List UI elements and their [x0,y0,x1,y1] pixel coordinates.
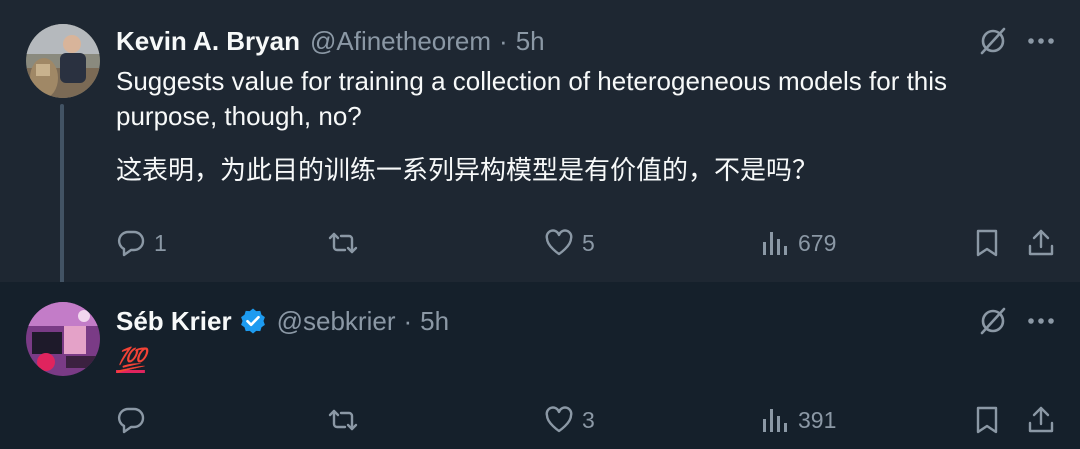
tweet-text-english: Suggests value for training a collection… [116,66,948,131]
avatar[interactable] [26,24,100,98]
author-handle[interactable]: @Afinetheorem [310,26,491,57]
like-count: 5 [582,229,595,256]
views-count: 679 [798,229,837,256]
tweet-text-chinese: 这表明，为此目的训练一系列异构模型是有价值的，不是吗？ [116,155,819,185]
views-button[interactable]: 679 [760,223,836,263]
share-button[interactable] [1026,223,1056,263]
author-name[interactable]: Séb Krier [116,306,232,337]
bookmark-button[interactable] [972,400,1002,440]
tweet-text: 💯 [116,342,1030,376]
avatar[interactable] [26,302,100,376]
separator: · [403,305,413,336]
like-icon [545,229,573,256]
avatar-photo [26,24,100,98]
reply-icon [117,230,145,257]
bookmark-icon [976,229,998,257]
retweet-icon [328,409,358,431]
tweet-header: Séb Krier @sebkrier · 5h [116,304,940,338]
action-bar: 3 391 [116,400,1060,440]
more-icon[interactable] [1026,26,1056,56]
hundred-points-emoji: 💯 [116,346,146,374]
retweet-button[interactable] [328,400,366,440]
avatar-photo [26,302,100,376]
like-icon [545,406,573,433]
timestamp[interactable]: 5h [420,306,449,337]
share-icon [1028,229,1054,256]
like-count: 3 [582,406,595,433]
tweet-header: Kevin A. Bryan @Afinetheorem · 5h [116,24,940,58]
tweet-seb-krier[interactable]: Séb Krier @sebkrier · 5h 💯 3 391 [0,282,1080,449]
timestamp[interactable]: 5h [516,26,545,57]
retweet-button[interactable] [328,223,366,263]
reply-icon [117,407,145,434]
more-icon[interactable] [1026,306,1056,336]
verified-badge-icon[interactable] [239,307,267,335]
tweet-kevin-bryan[interactable]: Kevin A. Bryan @Afinetheorem · 5h Sugges… [0,0,1080,292]
share-button[interactable] [1026,400,1056,440]
thread-connector-line [60,104,64,292]
views-count: 391 [798,406,837,433]
author-name[interactable]: Kevin A. Bryan [116,26,300,57]
bookmark-button[interactable] [972,223,1002,263]
reply-button[interactable]: 1 [116,223,167,263]
reply-count: 1 [154,229,167,256]
views-button[interactable]: 391 [760,400,836,440]
action-bar: 1 5 679 [116,223,1060,263]
views-icon [763,409,787,432]
like-button[interactable]: 5 [544,223,595,263]
grok-icon[interactable] [978,26,1008,56]
separator: · [499,25,508,56]
author-handle[interactable]: @sebkrier [277,306,396,337]
like-button[interactable]: 3 [544,400,595,440]
share-icon [1028,406,1054,433]
views-icon [763,232,787,255]
reply-button[interactable] [116,400,154,440]
retweet-icon [328,232,358,254]
grok-icon[interactable] [978,306,1008,336]
bookmark-icon [976,406,998,434]
